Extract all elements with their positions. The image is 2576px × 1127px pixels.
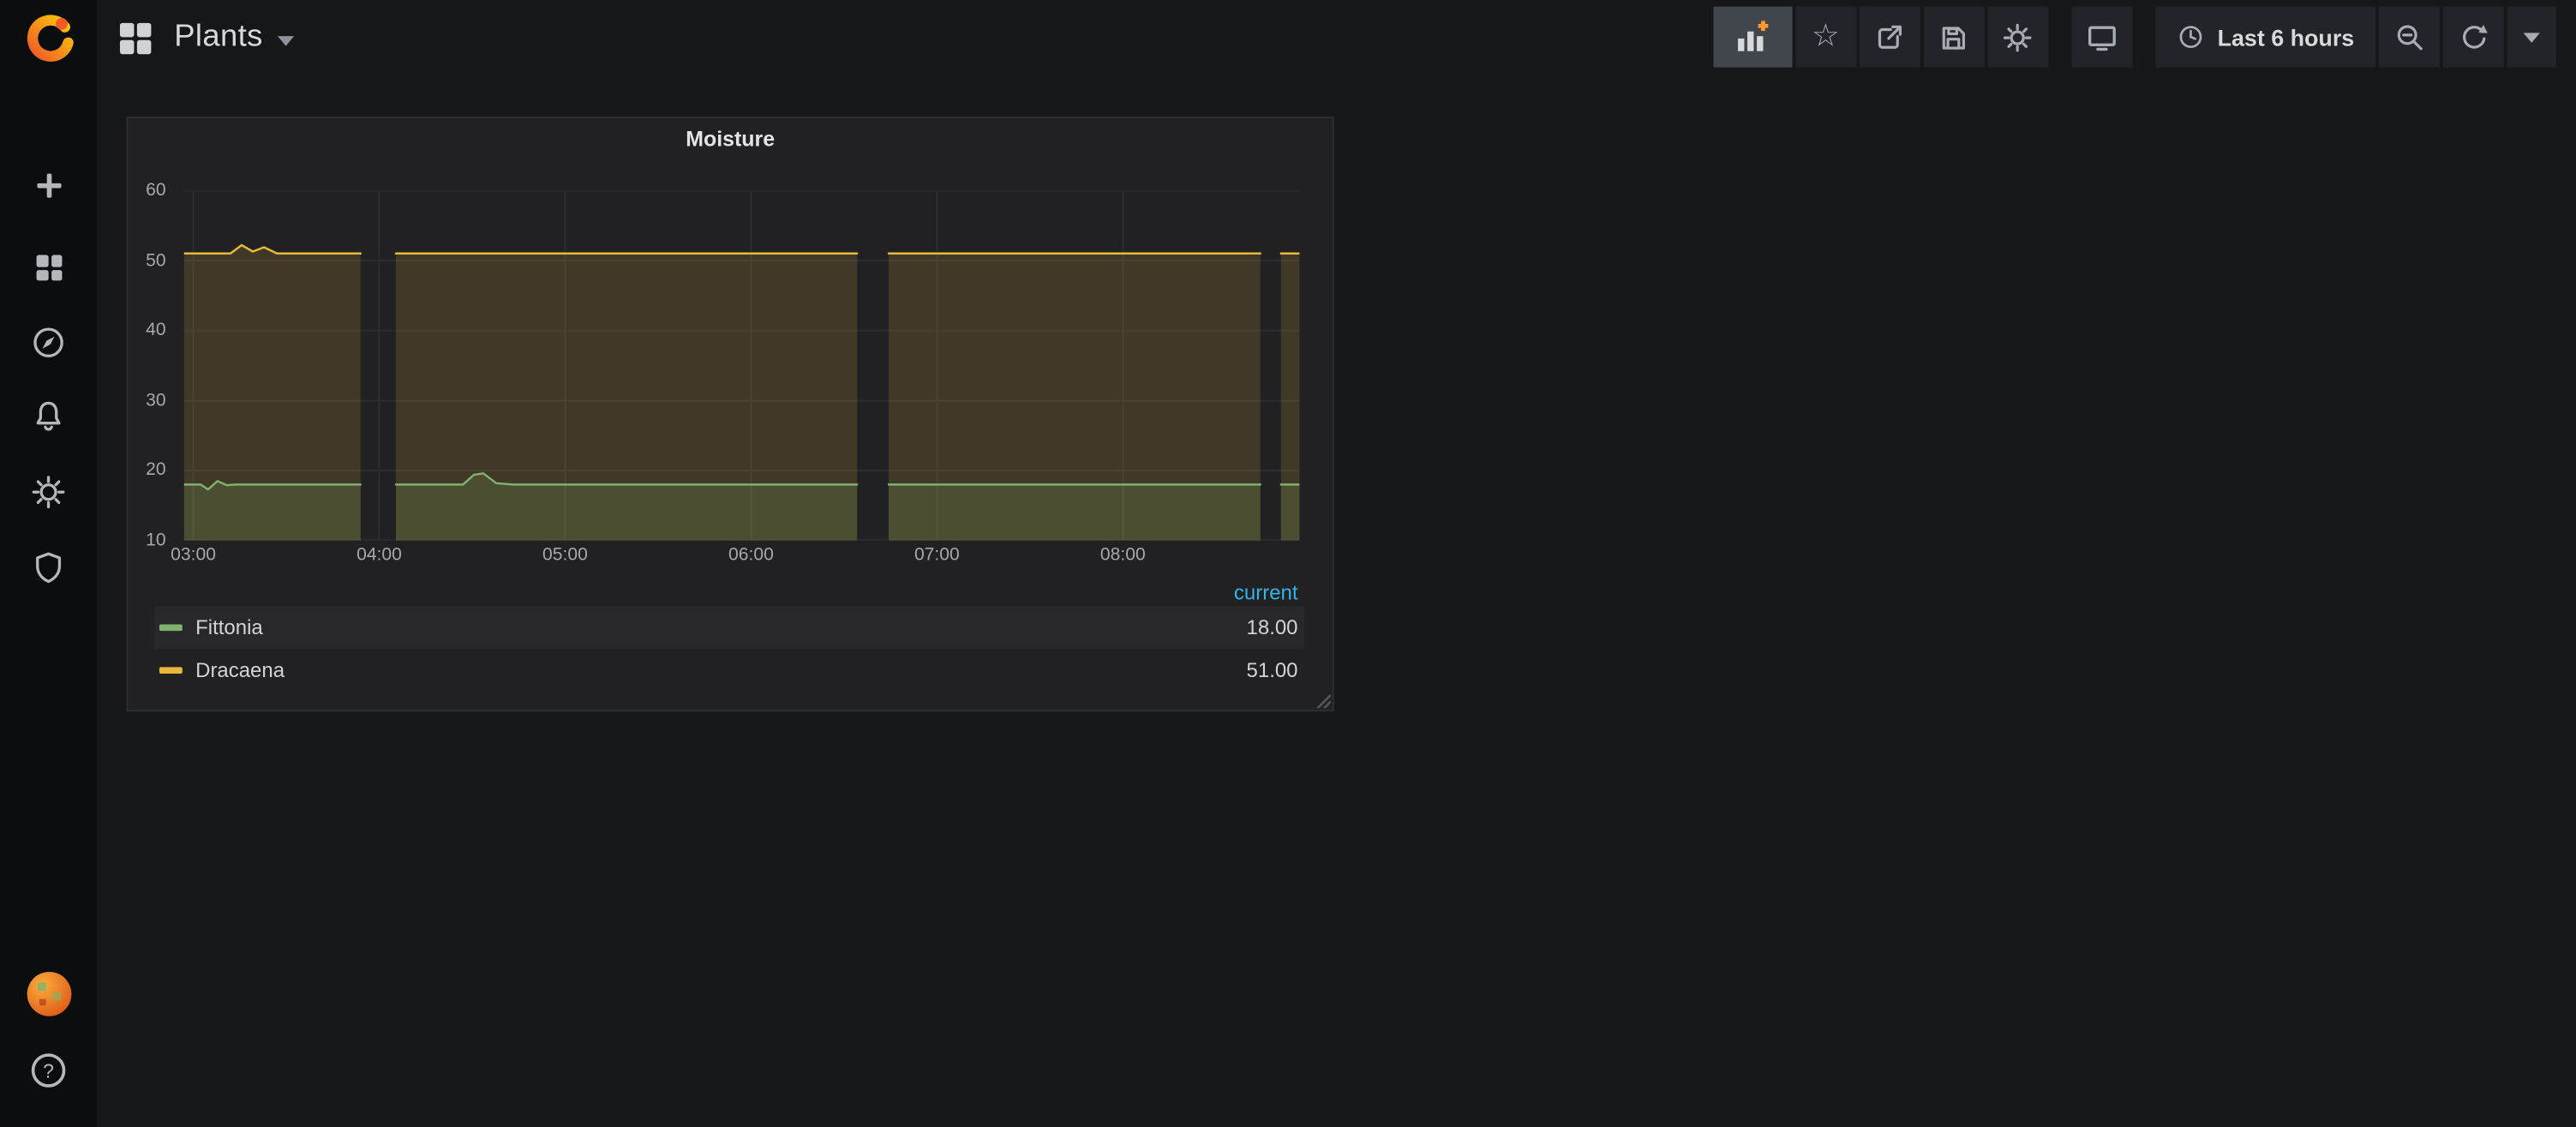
sidebar-item-alerting[interactable] — [0, 378, 97, 453]
dashboard-title-caret-icon[interactable] — [278, 35, 294, 45]
cycle-view-mode-button[interactable] — [2071, 7, 2132, 68]
refresh-dashboard-button[interactable] — [2443, 7, 2504, 68]
apps-grid-icon — [115, 17, 154, 57]
sidebar-item-create[interactable] — [0, 148, 97, 224]
series-label[interactable]: Dracaena — [195, 659, 285, 682]
navbar-actions: ☆ — [1713, 7, 2556, 68]
add-panel-icon — [1734, 18, 1771, 56]
y-tick-label: 40 — [146, 321, 165, 340]
configuration-gear-icon — [30, 472, 68, 510]
svg-text:?: ? — [43, 1058, 54, 1081]
save-dashboard-button[interactable] — [1923, 7, 1984, 68]
grafana-app: ? Plants — [0, 0, 2576, 1127]
legend-row: Dracaena 51.00 — [154, 649, 1304, 692]
series-swatch-dracaena[interactable] — [159, 667, 183, 674]
zoom-out-time-button[interactable] — [2379, 7, 2440, 68]
save-icon — [1938, 21, 1970, 53]
alerting-bell-icon — [30, 397, 68, 435]
search-zoom-out-icon — [2393, 21, 2425, 53]
y-tick-label: 10 — [146, 531, 165, 550]
star-icon: ☆ — [1812, 21, 1840, 52]
series-swatch-fittonia[interactable] — [159, 624, 183, 631]
sidebar-item-configuration[interactable] — [0, 453, 97, 529]
tv-display-icon — [2084, 20, 2118, 54]
series-fill-dracaena — [396, 254, 857, 541]
legend: current Fittonia 18.00 Dracaena 51.00 — [154, 578, 1304, 692]
user-avatar-icon — [24, 969, 74, 1019]
x-axis: 03:0004:0005:0006:0007:0008:00 — [184, 545, 1300, 566]
star-dashboard-button[interactable]: ☆ — [1795, 7, 1856, 68]
explore-compass-icon — [30, 323, 68, 361]
sidebar-item-server-admin[interactable] — [0, 529, 97, 604]
legend-sort-current[interactable]: current — [1234, 581, 1304, 604]
help-question-icon: ? — [28, 1049, 69, 1090]
y-tick-label: 30 — [146, 391, 165, 411]
refresh-icon — [2457, 21, 2489, 53]
sidebar-item-help[interactable]: ? — [0, 1032, 97, 1107]
y-tick-label: 60 — [146, 181, 165, 201]
moisture-graph — [184, 190, 1300, 540]
series-line-dracaena — [184, 245, 361, 254]
dashboards-grid-icon — [30, 249, 66, 285]
y-axis: 102030405060 — [129, 190, 171, 540]
sidebar-item-dashboards[interactable] — [0, 230, 97, 305]
share-icon — [1873, 21, 1906, 53]
x-tick-label: 07:00 — [914, 545, 960, 565]
y-tick-label: 50 — [146, 251, 165, 271]
y-tick-label: 20 — [146, 461, 165, 481]
series-fill-dracaena — [889, 254, 1261, 541]
caret-down-icon — [2524, 32, 2540, 42]
panel-moisture: Moisture 10 20 30 40 50 60 03:00 04:00 05:00 06:… — [127, 117, 1334, 711]
x-tick-label: 05:00 — [542, 545, 588, 565]
grafana-logo-icon — [21, 11, 76, 67]
series-fill-dracaena — [184, 245, 361, 541]
x-tick-label: 08:00 — [1100, 545, 1146, 565]
navbar-gap — [2132, 7, 2155, 68]
x-tick-label: 04:00 — [356, 545, 402, 565]
series-current-value: 51.00 — [1247, 659, 1298, 682]
user-avatar[interactable] — [0, 956, 97, 1032]
add-panel-button[interactable] — [1713, 7, 1792, 68]
x-tick-label: 06:00 — [728, 545, 774, 565]
time-range-label: Last 6 hours — [2218, 24, 2355, 51]
share-dashboard-button[interactable] — [1860, 7, 1920, 68]
series-current-value: 18.00 — [1247, 616, 1298, 639]
legend-header: current — [154, 578, 1304, 607]
server-admin-shield-icon — [30, 548, 68, 585]
grafana-logo[interactable] — [0, 2, 97, 77]
settings-gear-icon — [2002, 21, 2034, 53]
panel-resize-handle[interactable] — [1315, 692, 1331, 708]
x-tick-label: 03:00 — [171, 545, 216, 565]
chart-plot-area[interactable] — [184, 190, 1300, 540]
legend-row: Fittonia 18.00 — [154, 606, 1304, 649]
refresh-interval-dropdown[interactable] — [2507, 7, 2556, 68]
navbar: Plants ☆ — [97, 0, 2576, 74]
series-fill-dracaena — [1281, 254, 1300, 541]
clock-icon — [2177, 23, 2205, 51]
panel-title[interactable]: Moisture — [129, 127, 1333, 152]
time-range-picker[interactable]: Last 6 hours — [2155, 7, 2375, 68]
plus-icon — [30, 168, 66, 204]
navbar-left: Plants — [115, 0, 294, 74]
dashboard-settings-button[interactable] — [1987, 7, 2048, 68]
sidebar: ? — [0, 0, 97, 1127]
dashboard-title[interactable]: Plants — [174, 19, 263, 55]
sidebar-item-explore[interactable] — [0, 304, 97, 380]
series-label[interactable]: Fittonia — [195, 616, 263, 639]
navbar-gap — [2048, 7, 2071, 68]
